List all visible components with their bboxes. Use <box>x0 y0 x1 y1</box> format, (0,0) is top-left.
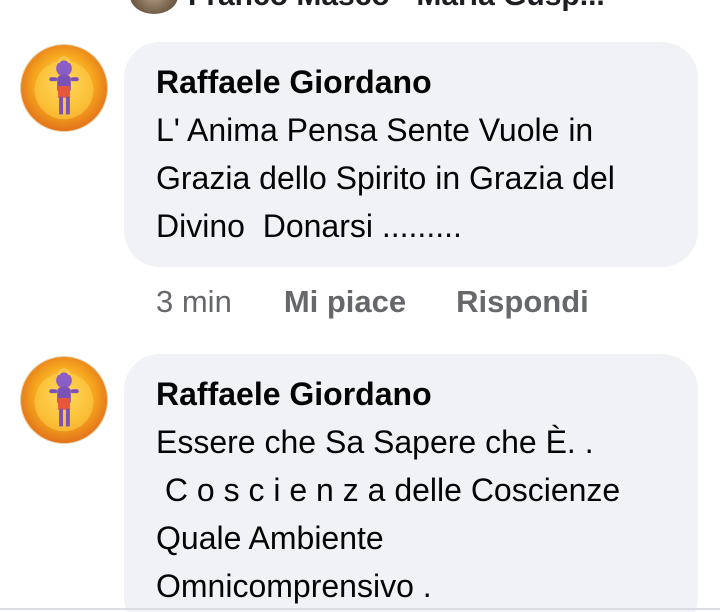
comments-thread: Franco Masco · Maria Gusp... Raffaele Gi… <box>0 0 720 612</box>
comment-author[interactable]: Raffaele Giordano <box>156 62 668 102</box>
reply-button[interactable]: Rispondi <box>456 284 589 320</box>
avatar[interactable] <box>20 356 108 444</box>
avatar[interactable] <box>20 44 108 132</box>
comment-text: L' Anima Pensa Sente Vuole in Grazia del… <box>156 112 615 244</box>
comment-actions: 3 min Mi piace Rispondi <box>156 284 589 320</box>
like-button[interactable]: Mi piace <box>284 284 406 320</box>
comment-bubble[interactable]: Raffaele Giordano Essere che Sa Sapere c… <box>124 354 698 612</box>
krishna-avatar-icon <box>34 56 94 120</box>
comment-bubble[interactable]: Raffaele Giordano L' Anima Pensa Sente V… <box>124 42 698 267</box>
comment-text: Essere che Sa Sapere che È. . C o s c i … <box>156 424 621 604</box>
previous-comment-cut: Franco Masco · Maria Gusp... <box>130 0 605 14</box>
avatar[interactable] <box>130 0 178 14</box>
krishna-avatar-icon <box>34 368 94 432</box>
divider <box>0 608 720 610</box>
previous-names[interactable]: Franco Masco · Maria Gusp... <box>188 0 605 13</box>
comment-author[interactable]: Raffaele Giordano <box>156 374 668 414</box>
comment-time[interactable]: 3 min <box>156 284 232 320</box>
